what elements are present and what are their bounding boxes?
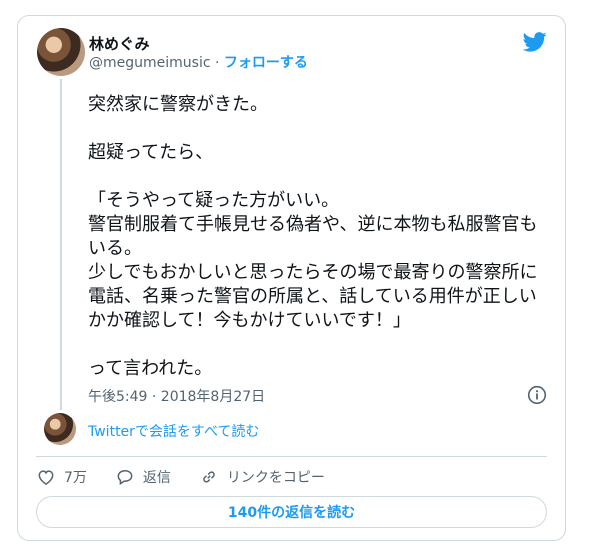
author-avatar[interactable] [37, 28, 85, 76]
speech-bubble-icon [117, 469, 133, 486]
copy-link-label: リンクをコピー [226, 470, 325, 486]
read-conversation-link[interactable]: Twitterで会話をすべて読む [88, 421, 259, 441]
reply-avatar[interactable] [44, 413, 76, 445]
reply-button[interactable]: 返信 [115, 467, 171, 487]
tweet-text: 突然家に警察がきた。 超疑ってたら、 「そうやって疑った方がいい。 警官制服着て… [88, 93, 548, 381]
twitter-bird-icon[interactable] [523, 32, 547, 52]
link-icon [203, 471, 215, 483]
follow-button[interactable]: フォローする [224, 55, 308, 71]
tweet-paragraph: って言われた。 [88, 358, 213, 379]
handle-separator: · [215, 55, 220, 71]
author-name[interactable]: 林めぐみ [89, 35, 149, 53]
like-count: 7万 [64, 470, 87, 486]
tweet-timestamp[interactable]: 午後5:49 · 2018年8月27日 [88, 386, 265, 406]
read-replies-button[interactable]: 140件の返信を読む [36, 496, 547, 528]
copy-link-button[interactable]: リンクをコピー [199, 467, 325, 487]
thread-line [60, 79, 62, 410]
tweet-paragraph: 突然家に警察がきた。 [88, 94, 268, 115]
divider [36, 456, 547, 457]
author-handle-row: @megumeimusic · フォローする [89, 54, 308, 72]
author-handle[interactable]: @megumeimusic [89, 55, 211, 71]
action-bar: 7万 返信 リンクをコピー [36, 466, 353, 488]
tweet-paragraph: 超疑ってたら、 [88, 142, 214, 163]
heart-icon [38, 470, 54, 485]
tweet-card: 林めぐみ @megumeimusic · フォローする 突然家に警察がきた。 超… [17, 15, 566, 541]
tweet-paragraph: 「そうやって疑った方がいい。 警官制服着て手帳見せる偽者や、逆に本物も私服警官も… [88, 190, 538, 331]
like-button[interactable]: 7万 [36, 467, 87, 487]
info-icon[interactable] [527, 385, 547, 405]
reply-label: 返信 [142, 470, 171, 486]
